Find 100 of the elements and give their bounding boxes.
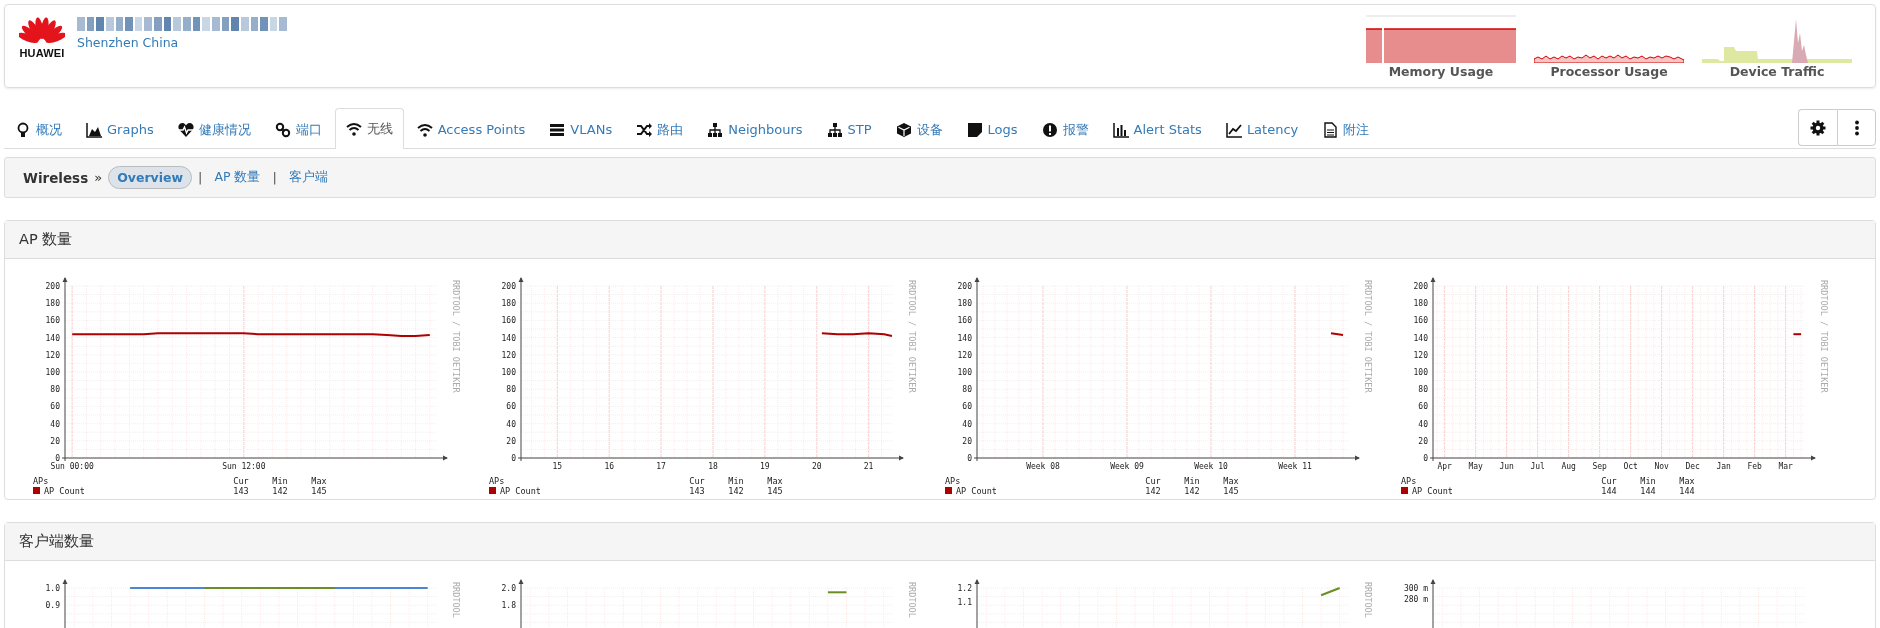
settings-button[interactable]	[1798, 109, 1837, 146]
y-tick-label: 80	[50, 385, 60, 395]
legend-value: 142	[1184, 486, 1200, 496]
nav-tab[interactable]: Graphs	[75, 109, 165, 149]
y-tick-label: 80	[962, 385, 972, 395]
legend-series-name: AP Count	[1412, 486, 1453, 496]
y-tick-label: 0	[55, 454, 60, 463]
y-tick-label: 1.8	[501, 601, 516, 611]
nav-tab[interactable]: 端口	[263, 109, 333, 149]
nav-tab[interactable]: Latency	[1214, 109, 1310, 149]
legend-value: 143	[233, 486, 249, 496]
x-tick-label: 19	[760, 462, 770, 471]
wifi-icon	[416, 121, 433, 138]
document-icon	[1322, 121, 1339, 138]
y-tick-label: 180	[1413, 299, 1428, 309]
y-tick-label: 0	[967, 454, 972, 463]
nav-tab[interactable]: 路由	[625, 109, 695, 149]
y-axis	[974, 579, 980, 628]
legend-header: Min	[1184, 476, 1200, 486]
legend-value: 144	[1679, 486, 1695, 496]
y-tick-label: 80	[506, 385, 516, 395]
y-tick-label: 0.9	[45, 601, 60, 611]
x-tick-label: Sun 12:00	[222, 462, 266, 471]
area-chart-icon	[86, 121, 102, 138]
legend-value: 142	[728, 486, 744, 496]
x-tick-label: 20	[811, 462, 822, 471]
y-axis	[62, 579, 68, 628]
x-tick-label: Jul	[1530, 462, 1545, 471]
y-tick-label: 280 m	[1403, 595, 1428, 605]
x-tick-label: Mar	[1778, 462, 1793, 471]
nav-tab[interactable]: Alert Stats	[1101, 109, 1213, 149]
credit-text: RRDTOOL / TOBI OETIKER	[451, 280, 461, 393]
x-tick-label: Week 09	[1110, 462, 1144, 471]
y-tick-label: 1.0	[45, 584, 60, 593]
nav-tab[interactable]: VLANs	[538, 109, 624, 149]
nav-tab[interactable]: Neighbours	[696, 109, 814, 149]
y-tick-label: 180	[957, 299, 972, 309]
settings-icon	[1810, 119, 1826, 136]
breadcrumb-title: Wireless	[23, 169, 89, 186]
credit-text: RRDTOOL	[451, 582, 461, 618]
nav-tab[interactable]: 报警	[1030, 109, 1100, 149]
legend-title: APs	[1401, 476, 1417, 486]
credit-text: RRDTOOL	[907, 582, 917, 618]
x-tick-label: Week 11	[1278, 462, 1312, 471]
nav-tab[interactable]: 健康情况	[166, 109, 262, 149]
breadcrumb-link[interactable]: Overview	[108, 166, 193, 189]
legend-value: 145	[767, 486, 783, 496]
nav-tab[interactable]: 概况	[4, 109, 73, 149]
wifi-icon	[345, 121, 362, 137]
legend-header: Cur	[689, 476, 705, 486]
divider-mark: |	[272, 170, 277, 185]
x-tick-label: Dec	[1685, 462, 1700, 471]
breadcrumb-link[interactable]: AP 数量	[208, 166, 267, 189]
legend-header: Min	[272, 476, 288, 486]
y-tick-label: 140	[1413, 333, 1428, 343]
x-tick-label: Jan	[1716, 462, 1731, 471]
y-tick-label: 1.2	[957, 584, 972, 593]
legend-value: 144	[1640, 486, 1656, 496]
nav-tab[interactable]: Logs	[955, 109, 1029, 149]
x-tick-label: Sep	[1592, 462, 1607, 471]
legend-header: Max	[1679, 476, 1695, 486]
sparkline-label: Device Traffic	[1729, 64, 1825, 79]
x-tick-label: 18	[708, 462, 718, 471]
data-line	[1330, 332, 1344, 336]
more-options-button[interactable]	[1837, 109, 1876, 146]
legend-header: Min	[728, 476, 744, 486]
sitemap-icon	[707, 121, 724, 138]
nav-tab[interactable]: STP	[815, 109, 883, 149]
x-tick-label: Sun 00:00	[50, 462, 94, 471]
data-line	[1320, 587, 1341, 597]
breadcrumb-separator: »	[94, 170, 103, 185]
server-stack-icon	[549, 121, 566, 138]
y-tick-label: 40	[506, 419, 516, 429]
breadcrumb-link[interactable]: 客户端	[282, 166, 334, 189]
x-tick-label: Oct	[1623, 462, 1638, 471]
y-tick-label: 160	[957, 316, 972, 326]
location-link[interactable]: Shenzhen China	[77, 35, 287, 50]
lightbulb-icon	[15, 121, 31, 138]
x-tick-label: 21	[863, 462, 874, 471]
y-tick-label: 100	[45, 368, 60, 377]
x-tick-label: Nov	[1654, 462, 1669, 471]
y-tick-label: 140	[45, 333, 60, 343]
y-tick-label: 120	[1413, 350, 1428, 360]
y-tick-label: 120	[45, 350, 60, 360]
nav-tab[interactable]: 设备	[884, 109, 954, 149]
nav-tab[interactable]: Access Points	[405, 109, 537, 149]
credit-text: RRDTOOL / TOBI OETIKER	[1819, 280, 1829, 393]
y-tick-label: 60	[962, 402, 972, 412]
x-tick-label: Jun	[1499, 462, 1514, 471]
memory-usage-sparkline[interactable]	[1366, 15, 1516, 63]
y-tick-label: 180	[45, 299, 60, 309]
y-tick-label: 20	[506, 436, 516, 446]
credit-text: RRDTOOL / TOBI OETIKER	[907, 280, 917, 393]
y-tick-label: 40	[962, 419, 972, 429]
nav-tab[interactable]: 附注	[1311, 109, 1381, 149]
nav-tab[interactable]: 无线	[334, 108, 404, 149]
legend-series-name: AP Count	[44, 486, 85, 496]
y-tick-label: 60	[50, 402, 60, 412]
legend-header: Max	[767, 476, 783, 486]
y-tick-label: 100	[501, 368, 516, 377]
